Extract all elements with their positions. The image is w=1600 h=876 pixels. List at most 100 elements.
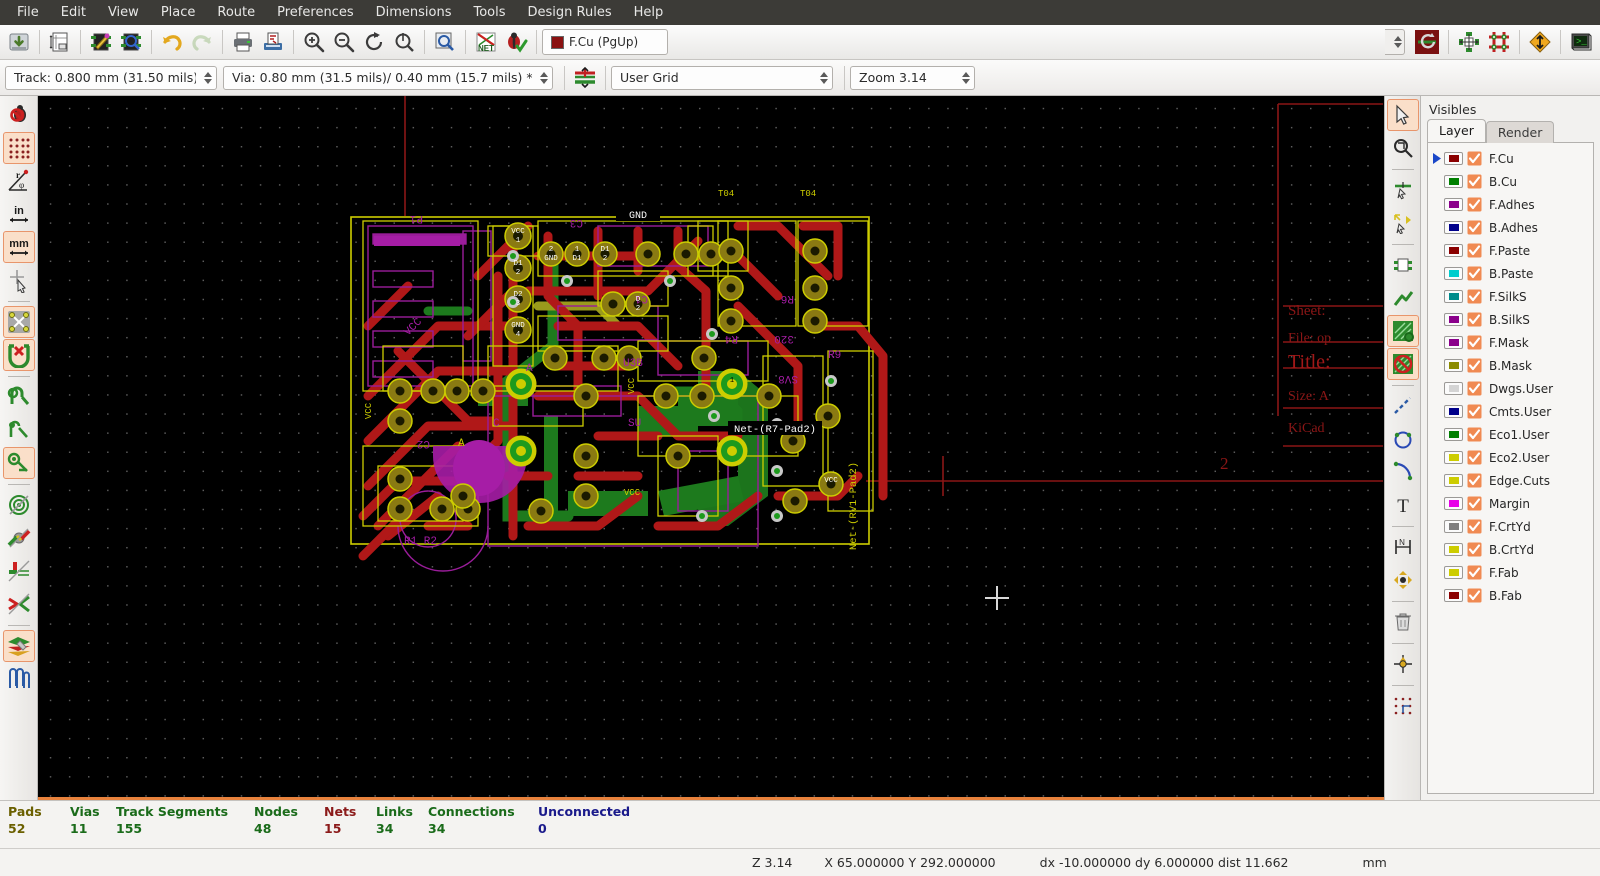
cursor-shape-icon[interactable] [3, 264, 35, 296]
print-board-icon[interactable] [228, 27, 258, 57]
hide-board-ratsnest-icon[interactable] [2, 339, 35, 371]
grid-selector-combo[interactable]: User Grid [611, 65, 833, 90]
show-layer-manager-icon[interactable] [3, 663, 35, 695]
layer-row[interactable]: B.Cu [1428, 170, 1593, 193]
layer-visibility-checkbox[interactable] [1467, 565, 1482, 580]
tab-layer[interactable]: Layer [1427, 119, 1486, 142]
show-ratsnest-icon[interactable] [1525, 27, 1555, 57]
units-inches-icon[interactable]: in [3, 198, 35, 230]
add-text-icon[interactable]: T [1387, 489, 1419, 521]
layer-color-swatch[interactable] [1444, 382, 1463, 395]
layer-row[interactable]: F.Cu [1428, 147, 1593, 170]
layer-row[interactable]: F.Fab [1428, 561, 1593, 584]
layer-visibility-checkbox[interactable] [1467, 542, 1482, 557]
drc-off-icon[interactable] [3, 99, 35, 131]
layer-row[interactable]: B.CrtYd [1428, 538, 1593, 561]
layer-visibility-checkbox[interactable] [1467, 473, 1482, 488]
highlight-net-icon[interactable] [1387, 132, 1419, 164]
mode-module-icon[interactable] [1454, 27, 1484, 57]
layer-row[interactable]: Margin [1428, 492, 1593, 515]
add-module-icon[interactable] [1387, 249, 1419, 281]
pcb-canvas[interactable]: P1 C3 VCC C2 R6 R4 320 C1 U3B SU SV8 R9 … [38, 96, 1384, 800]
layer-selector-spinner[interactable] [1385, 29, 1405, 55]
layer-row[interactable]: F.Adhes [1428, 193, 1593, 216]
page-settings-icon[interactable] [45, 27, 75, 57]
menu-item-view[interactable]: View [97, 2, 150, 23]
layer-visibility-checkbox[interactable] [1467, 335, 1482, 350]
menu-item-design-rules[interactable]: Design Rules [517, 2, 623, 23]
layer-color-swatch[interactable] [1444, 244, 1463, 257]
open-module-editor-icon[interactable] [86, 27, 116, 57]
layer-color-swatch[interactable] [1444, 152, 1463, 165]
layer-visibility-checkbox[interactable] [1467, 588, 1482, 603]
menu-item-route[interactable]: Route [206, 2, 266, 23]
add-arc-icon[interactable] [1387, 456, 1419, 488]
layer-row[interactable]: Dwgs.User [1428, 377, 1593, 400]
layer-visibility-checkbox[interactable] [1467, 427, 1482, 442]
selection-tool-icon[interactable] [1386, 99, 1419, 131]
mode-track-icon[interactable] [1484, 27, 1514, 57]
delete-icon[interactable] [1387, 606, 1419, 638]
layer-color-swatch[interactable] [1444, 336, 1463, 349]
set-origin-icon[interactable] [1387, 648, 1419, 680]
menu-item-tools[interactable]: Tools [462, 2, 516, 23]
scripting-console-icon[interactable]: >_ [1566, 27, 1596, 57]
layer-visibility-checkbox[interactable] [1467, 519, 1482, 534]
layer-visibility-checkbox[interactable] [1467, 243, 1482, 258]
menu-item-dimensions[interactable]: Dimensions [365, 2, 463, 23]
layer-visibility-checkbox[interactable] [1467, 220, 1482, 235]
auto-track-width-icon[interactable] [570, 63, 600, 93]
layer-row[interactable]: B.Mask [1428, 354, 1593, 377]
layer-row[interactable]: B.Paste [1428, 262, 1593, 285]
layer-color-swatch[interactable] [1444, 589, 1463, 602]
add-dimension-icon[interactable]: N [1387, 531, 1419, 563]
layer-row[interactable]: F.Mask [1428, 331, 1593, 354]
grid-selector-spinner[interactable] [812, 68, 830, 88]
show-tracks-sketch-icon[interactable] [3, 555, 35, 587]
layer-color-swatch[interactable] [1444, 520, 1463, 533]
track-width-spinner[interactable] [196, 68, 214, 88]
add-zone-icon[interactable] [1386, 315, 1419, 347]
layer-row[interactable]: Edge.Cuts [1428, 469, 1593, 492]
drc-icon[interactable] [501, 27, 531, 57]
netlist-icon[interactable]: NET [471, 27, 501, 57]
add-line-icon[interactable] [1387, 390, 1419, 422]
layer-visibility-checkbox[interactable] [1467, 197, 1482, 212]
menu-item-preferences[interactable]: Preferences [266, 2, 364, 23]
save-board-icon[interactable] [4, 27, 34, 57]
layer-visibility-checkbox[interactable] [1467, 381, 1482, 396]
local-ratsnest-icon[interactable] [1387, 174, 1419, 206]
layer-color-swatch[interactable] [1444, 566, 1463, 579]
layer-pair-icon[interactable] [1411, 27, 1443, 57]
add-footprint-icon[interactable] [1387, 207, 1419, 239]
show-zone-outline-icon[interactable] [3, 414, 35, 446]
layer-color-swatch[interactable] [1444, 175, 1463, 188]
layer-color-swatch[interactable] [1444, 267, 1463, 280]
layer-color-swatch[interactable] [1444, 543, 1463, 556]
units-mm-icon[interactable]: mm [2, 231, 35, 263]
layer-row[interactable]: Eco1.User [1428, 423, 1593, 446]
undo-icon[interactable] [157, 27, 187, 57]
show-zone-filled-icon[interactable] [2, 447, 35, 479]
via-size-combo[interactable]: Via: 0.80 mm (31.5 mils)/ 0.40 mm (15.7 … [223, 65, 553, 90]
layer-color-swatch[interactable] [1444, 198, 1463, 211]
layer-row[interactable]: B.SilkS [1428, 308, 1593, 331]
show-ratsnest-icon[interactable] [2, 306, 35, 338]
redo-icon[interactable] [187, 27, 217, 57]
set-grid-origin-icon[interactable] [1387, 690, 1419, 722]
zoom-selector-spinner[interactable] [954, 68, 972, 88]
layer-color-swatch[interactable] [1444, 313, 1463, 326]
polar-coords-icon[interactable]: rφ [3, 165, 35, 197]
zoom-in-icon[interactable] [299, 27, 329, 57]
show-modules-sketch-icon[interactable] [3, 588, 35, 620]
zoom-fit-icon[interactable] [389, 27, 419, 57]
layer-color-swatch[interactable] [1444, 474, 1463, 487]
show-vias-sketch-icon[interactable] [3, 522, 35, 554]
track-width-combo[interactable]: Track: 0.800 mm (31.50 mils) * [5, 65, 217, 90]
layer-visibility-checkbox[interactable] [1467, 151, 1482, 166]
layer-visibility-checkbox[interactable] [1467, 174, 1482, 189]
add-track-icon[interactable] [1387, 282, 1419, 314]
show-pads-sketch-icon[interactable] [3, 489, 35, 521]
layer-row[interactable]: F.SilkS [1428, 285, 1593, 308]
layer-row[interactable]: F.Paste [1428, 239, 1593, 262]
